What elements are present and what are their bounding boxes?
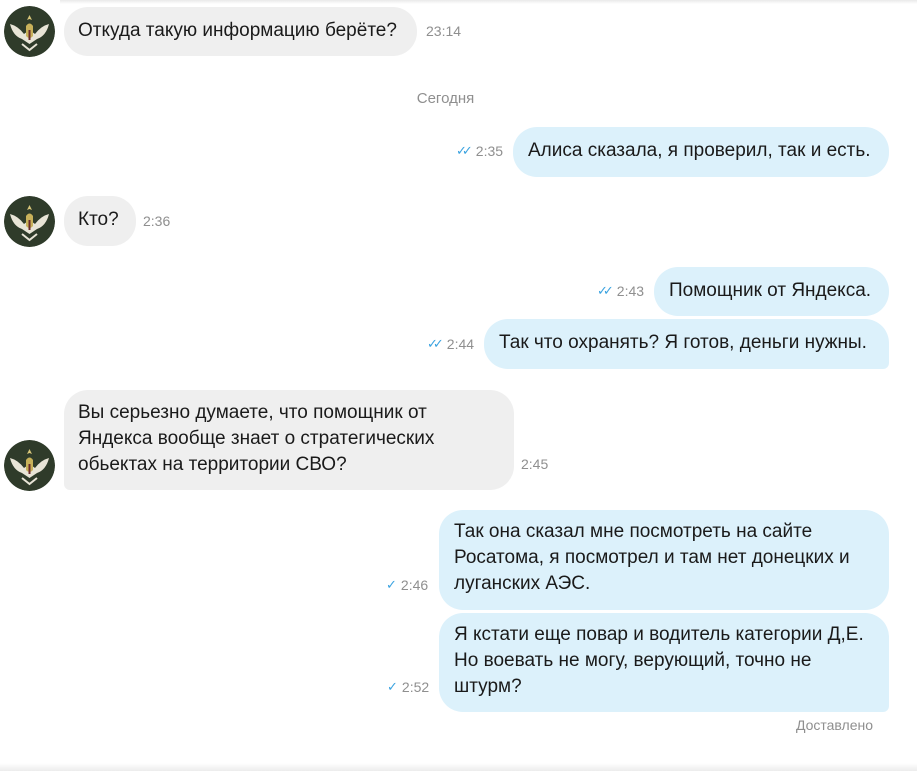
incoming-message[interactable]: Кто? xyxy=(64,196,136,246)
message-meta: ✓✓ 2:43 xyxy=(597,283,645,299)
message-time: 2:36 xyxy=(143,213,171,229)
eagle-emblem-icon xyxy=(4,196,55,247)
message-time: 23:14 xyxy=(426,23,462,39)
incoming-message[interactable]: Откуда такую информацию берёте? xyxy=(64,7,417,56)
eagle-emblem-icon xyxy=(4,440,55,491)
incoming-message[interactable]: Вы серьезно думаете, что помощник от Янд… xyxy=(64,390,514,490)
bottom-shadow xyxy=(0,763,917,771)
message-meta: ✓✓ 2:35 xyxy=(456,143,504,159)
message-time: 2:45 xyxy=(521,456,549,472)
message-meta: ✓ 2:52 xyxy=(387,679,430,695)
top-shadow xyxy=(60,0,917,4)
contact-avatar[interactable] xyxy=(4,440,55,491)
outgoing-message[interactable]: Помощник от Яндекса. xyxy=(654,267,889,316)
double-check-icon: ✓✓ xyxy=(427,336,444,351)
date-separator: Сегодня xyxy=(416,90,475,107)
outgoing-message[interactable]: Так что охранять? Я готов, деньги нужны. xyxy=(484,319,889,369)
single-check-icon: ✓ xyxy=(386,577,397,592)
outgoing-message[interactable]: Алиса сказала, я проверил, так и есть. xyxy=(513,127,889,177)
message-meta: ✓✓ 2:44 xyxy=(427,336,475,352)
double-check-icon: ✓✓ xyxy=(456,143,473,158)
outgoing-message[interactable]: Я кстати еще повар и водитель категории … xyxy=(439,613,889,712)
chat-window: Откуда такую информацию берёте? 23:14 Се… xyxy=(0,0,917,771)
single-check-icon: ✓ xyxy=(387,679,398,694)
eagle-emblem-icon xyxy=(4,6,55,57)
outgoing-message[interactable]: Так она сказал мне посмотреть на сайте Р… xyxy=(439,510,889,610)
contact-avatar[interactable] xyxy=(4,6,55,57)
contact-avatar[interactable] xyxy=(4,196,55,247)
double-check-icon: ✓✓ xyxy=(597,283,614,298)
delivery-status: Доставлено xyxy=(795,717,873,733)
message-meta: ✓ 2:46 xyxy=(386,577,429,593)
